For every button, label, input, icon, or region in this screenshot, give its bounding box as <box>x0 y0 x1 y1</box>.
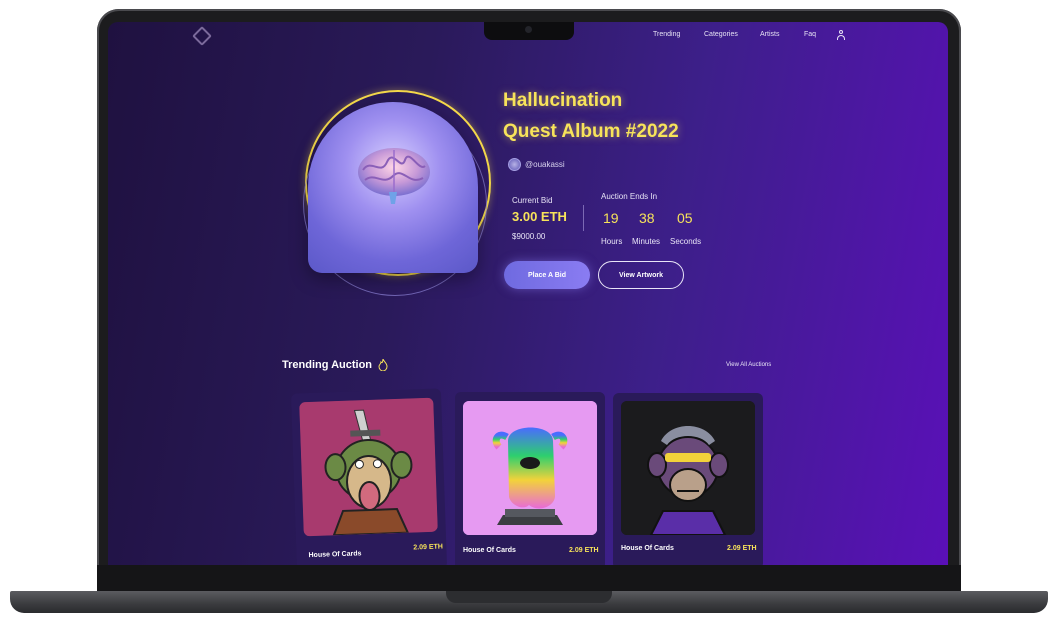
view-all-auctions-link[interactable]: View All Auctions <box>726 362 771 368</box>
place-bid-button[interactable]: Place A Bid <box>504 261 590 289</box>
card-image-ape-dark[interactable] <box>621 401 755 535</box>
card-price: 2.09 ETH <box>413 543 444 552</box>
card-price: 2.09 ETH <box>569 547 599 554</box>
laptop-chin <box>97 565 961 591</box>
card-title: House Of Cards <box>308 550 362 560</box>
card-title: House Of Cards <box>621 545 674 552</box>
logo-icon[interactable] <box>192 26 212 46</box>
bid-divider <box>583 205 584 231</box>
hero-artwork[interactable] <box>308 102 478 273</box>
countdown-hours: 19 <box>603 210 619 226</box>
hours-label: Hours <box>601 237 623 246</box>
nav-faq[interactable]: Faq <box>804 31 816 38</box>
flame-icon <box>378 359 388 371</box>
auction-card[interactable]: House Of Cards 2.09 ETH <box>455 392 605 565</box>
card-title: House Of Cards <box>463 547 516 554</box>
current-bid-usd: $9000.00 <box>512 232 546 241</box>
card-image-ghost[interactable] <box>463 401 597 535</box>
auction-ends-label: Auction Ends In <box>601 192 658 201</box>
camera-icon <box>525 26 532 33</box>
user-icon[interactable] <box>837 30 845 40</box>
minutes-label: Minutes <box>632 237 661 246</box>
ape-illustration-icon <box>299 397 438 537</box>
nav-artists[interactable]: Artists <box>760 31 779 38</box>
hero-title-line2: Quest Album #2022 <box>503 121 679 142</box>
avatar[interactable] <box>508 158 521 171</box>
view-artwork-button[interactable]: View Artwork <box>598 261 684 289</box>
trending-title: Trending Auction <box>282 359 373 371</box>
ghost-illustration-icon <box>463 401 597 535</box>
countdown-seconds: 05 <box>677 210 693 226</box>
countdown-minutes: 38 <box>639 210 655 226</box>
card-image-ape[interactable] <box>299 397 438 537</box>
seconds-label: Seconds <box>670 237 702 246</box>
laptop-base-notch <box>446 591 612 603</box>
ape-dark-illustration-icon <box>621 401 755 535</box>
auction-card[interactable]: House Of Cards 2.09 ETH <box>290 388 448 565</box>
current-bid-value: 3.00 ETH <box>512 209 567 224</box>
hero-title-line1: Hallucination <box>503 90 623 111</box>
auction-card[interactable]: House Of Cards 2.09 ETH <box>613 393 763 565</box>
card-price: 2.09 ETH <box>727 545 757 552</box>
nav-categories[interactable]: Categories <box>704 31 738 38</box>
camera-notch <box>484 22 574 40</box>
laptop-base <box>10 591 1048 613</box>
artist-handle[interactable]: @ouakassi <box>525 160 565 169</box>
nav-trending[interactable]: Trending <box>653 31 680 38</box>
current-bid-label: Current Bid <box>512 196 553 205</box>
brain-icon <box>358 148 430 204</box>
screen: Trending Categories Artists Faq Hallucin… <box>108 22 948 565</box>
